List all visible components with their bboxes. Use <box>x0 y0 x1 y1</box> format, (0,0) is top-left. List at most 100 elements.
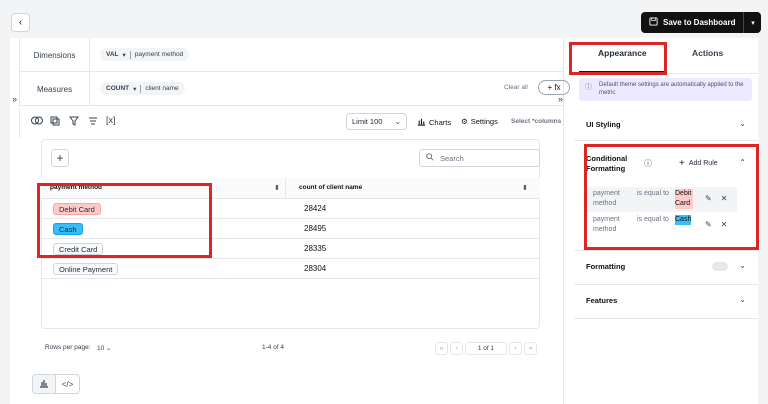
chevron-down-icon: ▾ <box>133 85 137 93</box>
save-to-dashboard-button[interactable]: Save to Dashboard <box>641 12 744 33</box>
charts-button[interactable]: Charts <box>417 117 451 128</box>
plus-icon: + <box>679 158 685 169</box>
dimension-agg: VAL <box>106 51 119 58</box>
select-columns-button[interactable]: Select *columns <box>511 118 561 125</box>
filter-icon[interactable] <box>69 116 79 128</box>
save-label: Save to Dashboard <box>663 18 736 27</box>
settings-panel: Appearance Actions ⓘ Default theme setti… <box>565 38 759 404</box>
venn-icon[interactable] <box>31 116 43 127</box>
collapse-right-icon[interactable]: » <box>558 94 563 104</box>
charts-label: Charts <box>429 118 452 127</box>
gear-icon: ⚙ <box>461 117 468 126</box>
measure-agg: COUNT <box>106 85 130 92</box>
formatting-toggle[interactable] <box>712 262 728 271</box>
table-row[interactable]: Online Payment 28304 <box>41 259 540 279</box>
prev-page-button[interactable]: ‹ <box>450 342 463 355</box>
payment-tag: Credit Card <box>53 243 104 255</box>
measures-row: Measures COUNT ▾ client name Clear all +… <box>19 72 570 106</box>
rule-actions: ✎ ✕ <box>705 220 727 229</box>
table-row[interactable]: Cash 28495 <box>41 219 540 239</box>
column-header-count[interactable]: count of client name <box>299 184 362 191</box>
measures-label: Measures <box>20 72 90 106</box>
chevron-down-icon: ▾ <box>122 51 126 59</box>
layers-icon[interactable] <box>50 116 60 128</box>
sort-icon[interactable]: ⬍ <box>522 184 528 192</box>
features-section[interactable]: Features ⌄ <box>574 285 758 319</box>
main-area: Dimensions VAL ▾ payment method Measures… <box>10 38 759 404</box>
payment-tag: Debit Card <box>53 203 101 215</box>
chip-divider <box>129 50 131 59</box>
bar-chart-icon <box>417 117 426 128</box>
settings-button[interactable]: ⚙ Settings <box>461 117 498 126</box>
limit-dropdown[interactable]: Limit 100 ⌄ <box>346 113 407 130</box>
edit-icon[interactable]: ✎ <box>705 194 712 203</box>
first-page-button[interactable]: « <box>435 342 448 355</box>
code-icon: </> <box>61 379 74 389</box>
view-toggle: </> <box>32 374 80 394</box>
conditional-formatting-section: Conditional Formatting ⓘ + Add Rule ⌃ pa… <box>574 141 758 251</box>
search-placeholder: Search <box>440 153 464 163</box>
formatting-title: Formatting <box>586 262 626 271</box>
info-text: Default theme settings are automatically… <box>599 82 744 96</box>
edit-icon[interactable]: ✎ <box>705 220 712 229</box>
close-icon[interactable]: ✕ <box>721 194 728 203</box>
ui-styling-section[interactable]: UI Styling ⌄ <box>574 106 758 141</box>
add-rule-button[interactable]: + Add Rule <box>679 158 718 169</box>
count-cell: 28424 <box>304 204 327 213</box>
chevron-down-icon[interactable]: ⌄ <box>739 119 746 128</box>
cf-rule[interactable]: payment method is equal to Debit Card ✎ … <box>585 187 737 212</box>
next-page-button[interactable]: › <box>509 342 522 355</box>
payment-tag: Cash <box>53 223 83 235</box>
info-banner: ⓘ Default theme settings are automatical… <box>579 78 752 101</box>
chevron-down-icon: ▾ <box>751 19 755 27</box>
dimensions-label: Dimensions <box>20 38 90 72</box>
rule-actions: ✎ ✕ <box>705 194 727 203</box>
count-cell: 28335 <box>304 244 327 253</box>
column-divider <box>285 178 286 199</box>
add-rule-label: Add Rule <box>688 160 718 167</box>
close-icon[interactable]: ✕ <box>721 220 728 229</box>
bar-chart-icon <box>39 378 49 390</box>
table-row[interactable]: Debit Card 28424 <box>41 199 540 219</box>
tab-appearance[interactable]: Appearance <box>598 48 647 58</box>
formatting-section[interactable]: Formatting ⌄ <box>574 251 758 285</box>
query-builder: Dimensions VAL ▾ payment method Measures… <box>10 38 570 404</box>
conditional-formatting-title: Conditional Formatting <box>586 154 628 173</box>
rule-value: Debit Card <box>675 189 693 209</box>
count-cell: 28304 <box>304 264 327 273</box>
rule-operator: is equal to <box>637 190 669 197</box>
save-icon <box>649 17 658 28</box>
rows-per-page-label: Rows per page: <box>45 344 91 351</box>
add-column-button[interactable]: + <box>51 149 69 167</box>
table-row[interactable]: Credit Card 28335 <box>41 239 540 259</box>
pagination: « ‹ 1 of 1 › » <box>435 342 537 355</box>
save-options-dropdown[interactable]: ▾ <box>743 12 762 33</box>
tabs-divider <box>575 73 758 74</box>
variable-icon[interactable]: [x] <box>106 115 116 125</box>
data-table: payment method ⬍ count of client name ⬍ … <box>41 178 540 329</box>
chip-divider <box>140 84 142 93</box>
back-button[interactable]: ‹ <box>11 13 30 32</box>
sort-icon[interactable]: ⬍ <box>274 184 280 192</box>
sort-icon[interactable] <box>88 116 98 128</box>
tab-actions[interactable]: Actions <box>692 48 723 58</box>
last-page-button[interactable]: » <box>524 342 537 355</box>
page-indicator: 1 of 1 <box>465 342 507 355</box>
info-icon: ⓘ <box>644 159 652 168</box>
chevron-down-icon[interactable]: ⌄ <box>739 295 746 304</box>
chevron-up-icon[interactable]: ⌃ <box>739 158 746 167</box>
measure-chip[interactable]: COUNT ▾ client name <box>100 82 185 95</box>
fx-icon: + fx <box>547 83 561 92</box>
cf-rule[interactable]: payment method is equal to Cash ✎ ✕ <box>585 213 737 238</box>
clear-all-button[interactable]: Clear all <box>504 84 528 91</box>
search-input[interactable]: Search <box>419 149 540 167</box>
chart-view-button[interactable] <box>32 374 56 394</box>
table-header: payment method ⬍ count of client name ⬍ <box>41 178 540 199</box>
dimension-chip[interactable]: VAL ▾ payment method <box>100 48 190 61</box>
rows-per-page-select[interactable]: 10 ⌄ <box>97 344 112 352</box>
chevron-down-icon: ⌄ <box>394 117 401 126</box>
column-header-payment-method[interactable]: payment method <box>50 184 102 191</box>
code-view-button[interactable]: </> <box>56 374 80 394</box>
collapse-left-icon[interactable]: » <box>12 94 17 104</box>
chevron-down-icon[interactable]: ⌄ <box>739 261 746 270</box>
